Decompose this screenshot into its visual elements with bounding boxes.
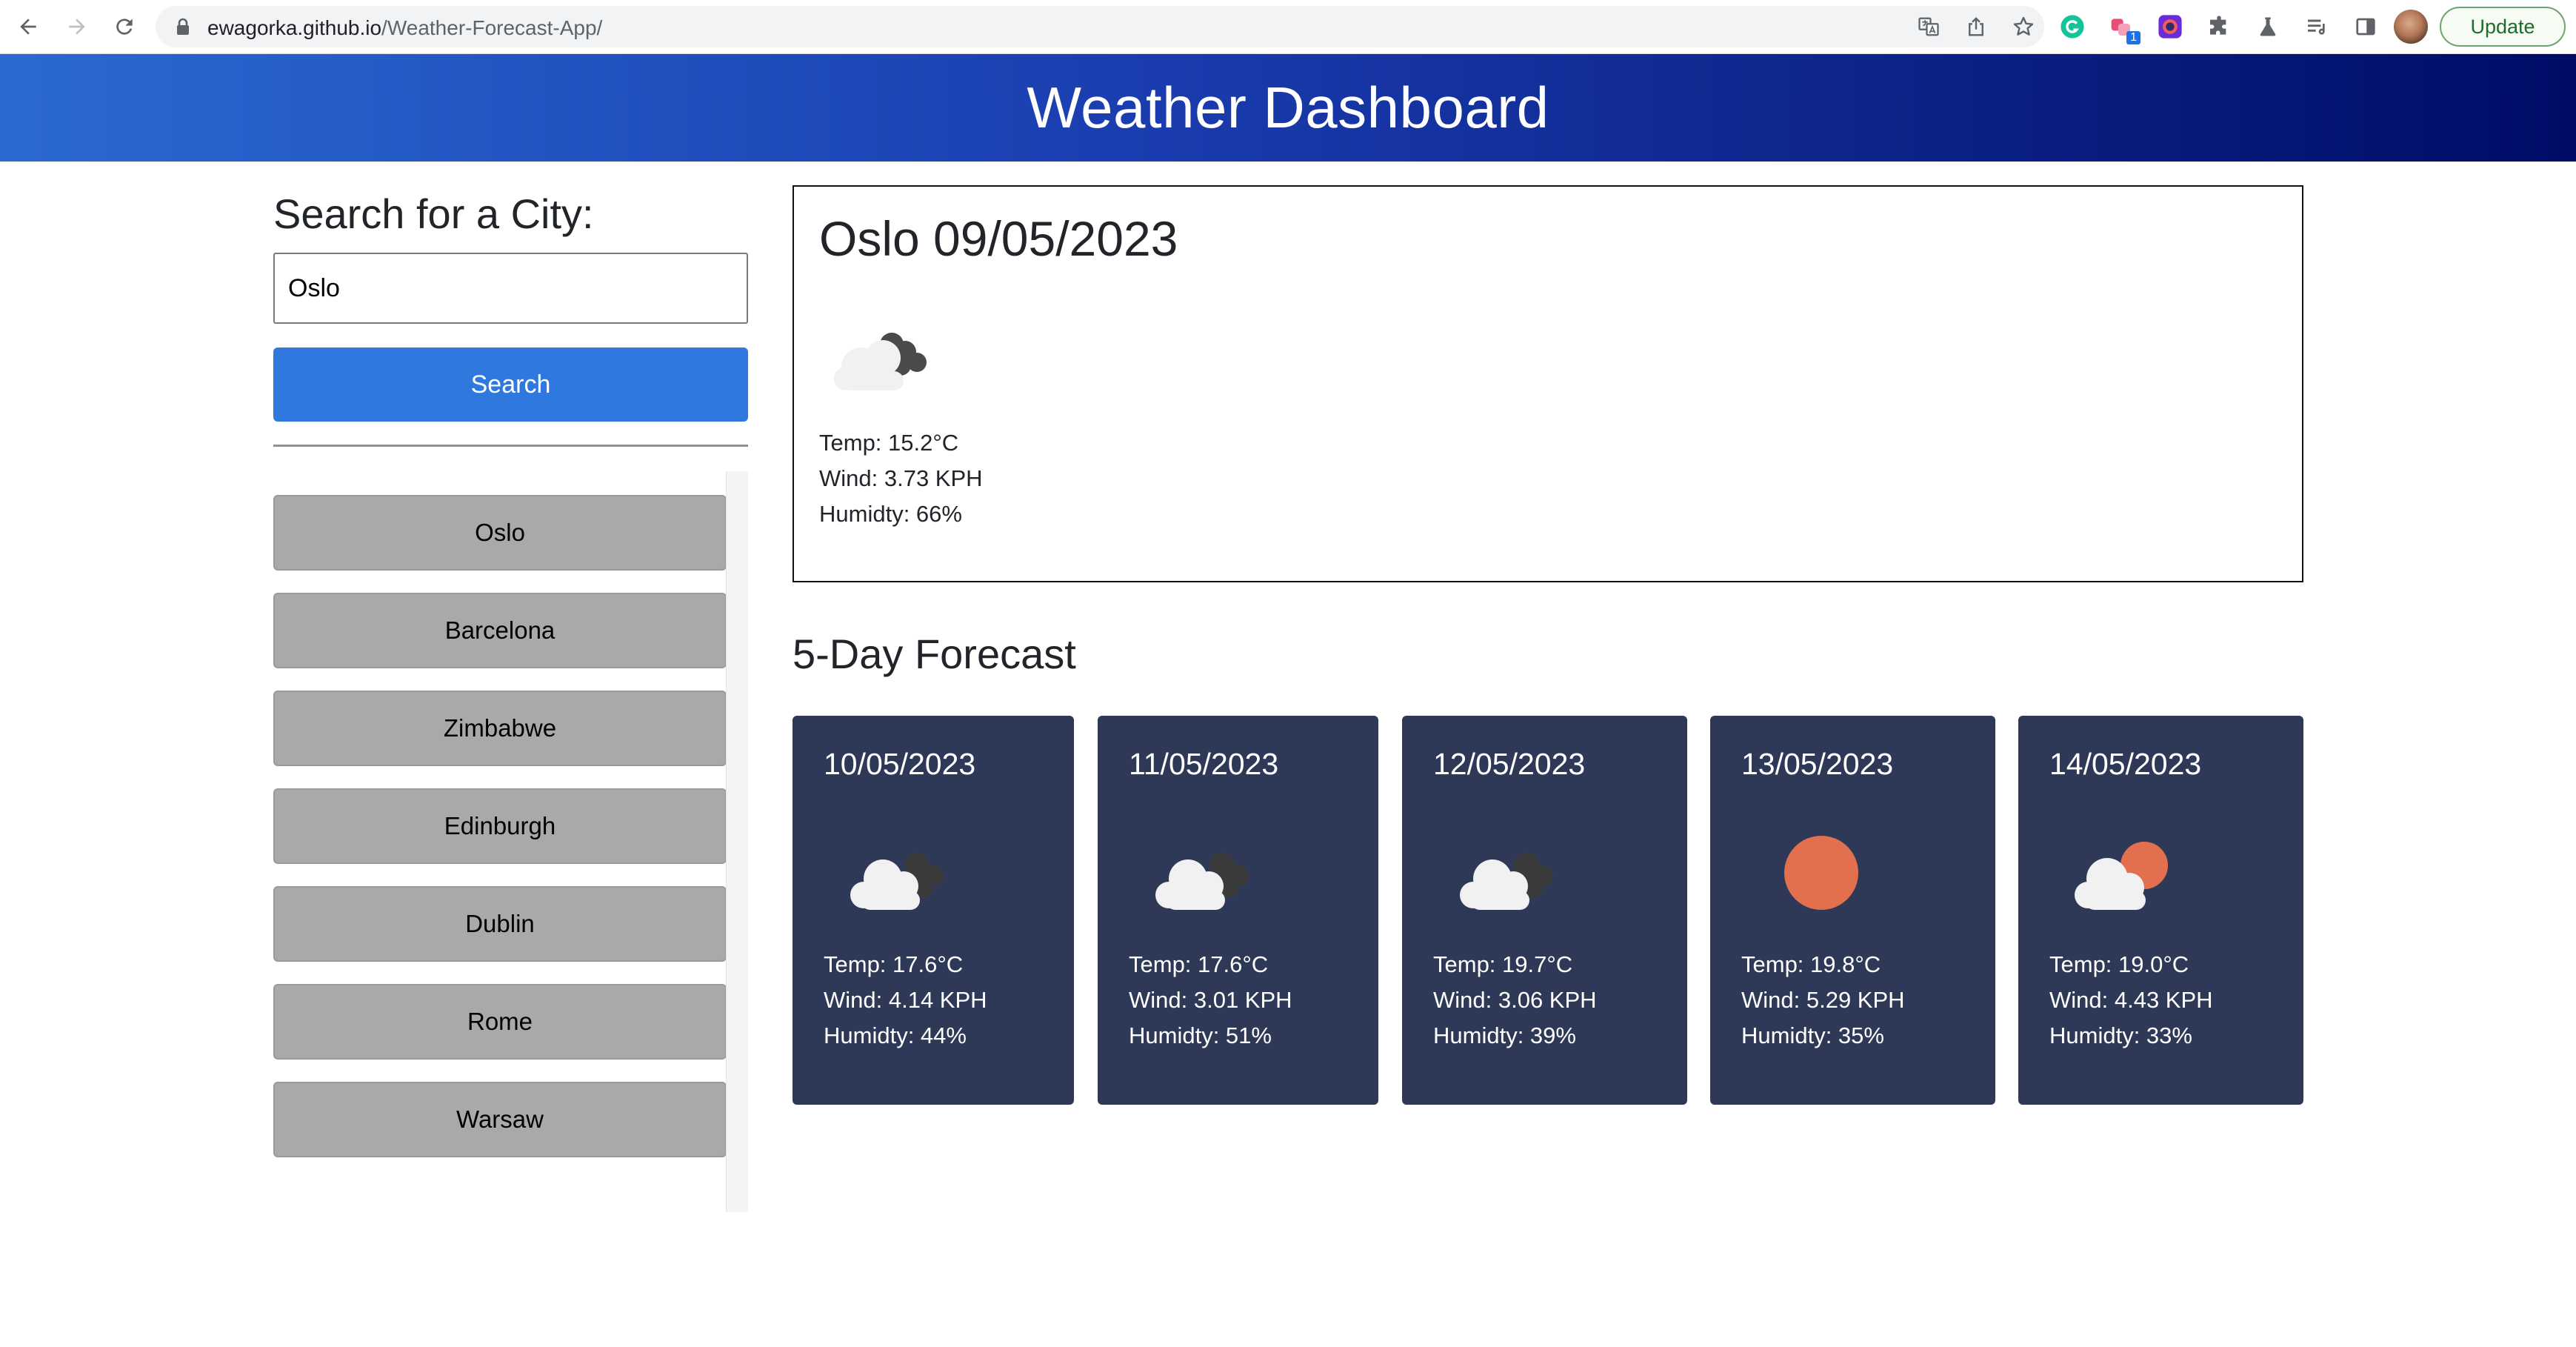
forecast-card: 14/05/2023 Temp: 19.0°C Wind: 4.43 KPH H… bbox=[2018, 716, 2303, 1105]
arrow-left-icon bbox=[20, 19, 36, 35]
grammarly-extension-icon[interactable] bbox=[2059, 13, 2086, 40]
colorful-extension-icon[interactable] bbox=[2157, 13, 2183, 40]
reload-icon bbox=[116, 19, 133, 35]
url-path: /Weather-Forecast-App/ bbox=[381, 16, 603, 39]
update-button[interactable]: Update bbox=[2440, 7, 2566, 47]
city-search-input[interactable] bbox=[273, 253, 748, 324]
forecast-temp: Temp: 19.8°C bbox=[1741, 951, 1881, 977]
forecast-date: 13/05/2023 bbox=[1741, 747, 1894, 781]
forecast-date: 10/05/2023 bbox=[824, 747, 976, 781]
broken-clouds-icon bbox=[1155, 853, 1249, 910]
forecast-humidity: Humidty: 33% bbox=[2049, 1022, 2192, 1048]
arrow-right-icon bbox=[69, 19, 85, 35]
search-history-list[interactable]: Oslo Barcelona Zimbabwe Edinburgh Dublin… bbox=[273, 471, 748, 1212]
search-heading: Search for a City: bbox=[273, 190, 594, 237]
forecast-humidity: Humidty: 51% bbox=[1129, 1022, 1272, 1048]
forecast-wind: Wind: 3.06 KPH bbox=[1433, 987, 1597, 1013]
forecast-humidity: Humidty: 44% bbox=[824, 1022, 967, 1048]
current-city-date: Oslo 09/05/2023 bbox=[819, 211, 1178, 266]
lock-icon bbox=[177, 18, 189, 35]
forecast-card: 12/05/2023 Temp: 19.7°C Wind: 3.06 KPH H… bbox=[1402, 716, 1687, 1105]
forecast-temp: Temp: 19.0°C bbox=[2049, 951, 2189, 977]
history-item-edinburgh[interactable]: Edinburgh bbox=[273, 788, 727, 864]
forecast-temp: Temp: 17.6°C bbox=[1129, 951, 1269, 977]
forecast-humidity: Humidty: 35% bbox=[1741, 1022, 1884, 1048]
extension-badge-count: 1 bbox=[2126, 31, 2140, 44]
history-scrollbar[interactable] bbox=[726, 471, 748, 1212]
forecast-wind: Wind: 4.43 KPH bbox=[2049, 987, 2213, 1013]
broken-clouds-icon bbox=[850, 853, 944, 910]
page-header: Weather Dashboard bbox=[0, 54, 2576, 162]
back-button[interactable] bbox=[12, 10, 44, 43]
current-temp: Temp: 15.2°C bbox=[819, 430, 959, 456]
history-item-zimbabwe[interactable]: Zimbabwe bbox=[273, 691, 727, 766]
extension-badge-icon[interactable]: 1 bbox=[2108, 13, 2140, 44]
current-humidity: Humidty: 66% bbox=[819, 501, 962, 527]
few-clouds-icon bbox=[2075, 842, 2168, 910]
sidebar-divider bbox=[273, 445, 748, 447]
forecast-heading: 5-Day Forecast bbox=[793, 631, 1076, 677]
page-title: Weather Dashboard bbox=[1027, 75, 1549, 140]
forecast-date: 12/05/2023 bbox=[1433, 747, 1586, 781]
forecast-date: 14/05/2023 bbox=[2049, 747, 2202, 781]
forward-button[interactable] bbox=[61, 10, 93, 43]
history-item-oslo[interactable]: Oslo bbox=[273, 495, 727, 571]
puzzle-extensions-icon[interactable] bbox=[2206, 13, 2232, 40]
history-item-barcelona[interactable]: Barcelona bbox=[273, 593, 727, 668]
forecast-temp: Temp: 17.6°C bbox=[824, 951, 964, 977]
profile-avatar[interactable] bbox=[2394, 10, 2428, 44]
url-host: ewagorka.github.io bbox=[207, 16, 382, 39]
forecast-card: 13/05/2023 Temp: 19.8°C Wind: 5.29 KPH H… bbox=[1710, 716, 1995, 1105]
forecast-card: 10/05/2023 Temp: 17.6°C Wind: 4.14 KPH H… bbox=[793, 716, 1074, 1105]
clear-sky-icon bbox=[1784, 836, 1858, 910]
forecast-wind: Wind: 5.29 KPH bbox=[1741, 987, 1905, 1013]
url-text[interactable]: ewagorka.github.io/Weather-Forecast-App/ bbox=[207, 16, 602, 40]
forecast-humidity: Humidty: 39% bbox=[1433, 1022, 1576, 1048]
forecast-date: 11/05/2023 bbox=[1129, 747, 1279, 781]
current-wind: Wind: 3.73 KPH bbox=[819, 465, 983, 491]
search-button[interactable]: Search bbox=[273, 347, 748, 422]
broken-clouds-icon bbox=[1460, 853, 1553, 910]
translate-icon[interactable] bbox=[1915, 13, 1942, 40]
history-item-dublin[interactable]: Dublin bbox=[273, 886, 727, 962]
flask-labs-icon[interactable] bbox=[2255, 13, 2281, 40]
history-item-warsaw[interactable]: Warsaw bbox=[273, 1082, 727, 1157]
share-icon[interactable] bbox=[1963, 13, 1989, 40]
forecast-temp: Temp: 19.7°C bbox=[1433, 951, 1573, 977]
reload-button[interactable] bbox=[108, 10, 141, 43]
forecast-wind: Wind: 3.01 KPH bbox=[1129, 987, 1292, 1013]
history-item-rome[interactable]: Rome bbox=[273, 984, 727, 1060]
forecast-wind: Wind: 4.14 KPH bbox=[824, 987, 987, 1013]
side-panel-icon[interactable] bbox=[2352, 13, 2379, 40]
broken-clouds-icon bbox=[834, 333, 927, 390]
current-weather-card: Oslo 09/05/2023 Temp: 15.2°C Wind: 3.73 … bbox=[793, 185, 2303, 582]
forecast-card: 11/05/2023 Temp: 17.6°C Wind: 3.01 KPH H… bbox=[1098, 716, 1378, 1105]
address-bar[interactable]: ewagorka.github.io/Weather-Forecast-App/ bbox=[156, 6, 2044, 47]
browser-toolbar: ewagorka.github.io/Weather-Forecast-App/… bbox=[0, 0, 2576, 54]
bookmark-star-icon[interactable] bbox=[2010, 13, 2037, 40]
reading-list-icon[interactable] bbox=[2303, 13, 2330, 40]
